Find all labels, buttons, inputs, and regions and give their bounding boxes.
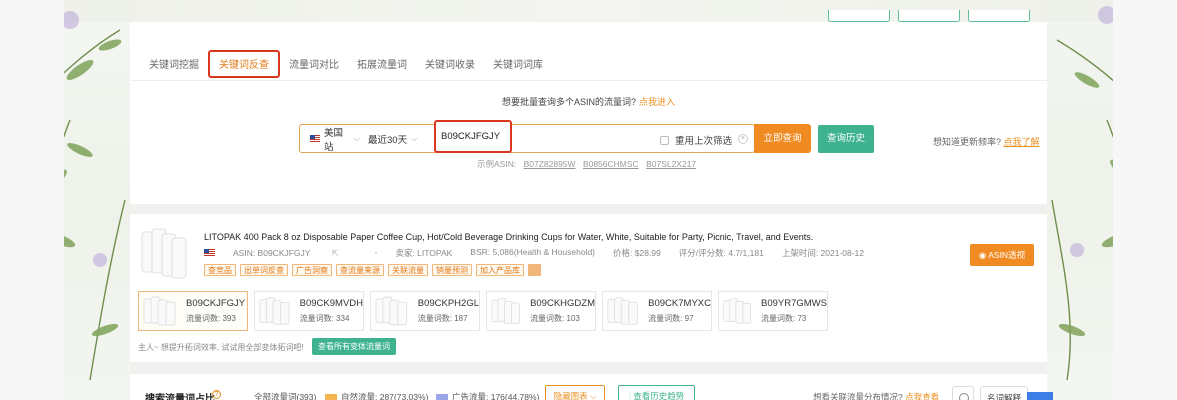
related-traffic-hint: 想看关联流量分布情况? 点我查看 — [813, 392, 940, 400]
swatch-ad — [436, 393, 448, 400]
tag-competitors[interactable]: 查竞品 — [204, 264, 236, 276]
external-link-icon[interactable]: ⇱ — [331, 248, 338, 259]
radio-toggle[interactable] — [952, 386, 974, 400]
search-panel: 关键词挖掘 关键词反查 流量词对比 拓展流量词 关键词收录 关键词词库 想要批量… — [130, 22, 1047, 204]
product-tags: 查竞品 出单词反查 广告洞察 查流量来源 关联流量 销量预测 加入产品库 — [204, 264, 541, 276]
product-asin: ASIN: B09CKJFGJY ⇱ — [204, 247, 357, 259]
us-flag-icon — [310, 134, 320, 143]
variant-count: 流量词数: 187 — [417, 314, 468, 323]
example-asin-link[interactable]: B07SL2X217 — [646, 159, 696, 169]
legend-ad[interactable]: 广告流量: 176(44.78%) — [436, 391, 539, 400]
tab-traffic-compare[interactable]: 流量词对比 — [280, 50, 348, 80]
example-asins: 示例ASIN: B07Z82895W B0856CHMSC B07SL2X217 — [477, 159, 697, 169]
swatch-natural — [325, 393, 337, 400]
tab-keyword-reverse[interactable]: 关键词反查 — [208, 50, 280, 78]
variant-tip: 主人~ 想提升拓词效率, 试试用全部变体拓词吧! — [138, 343, 304, 352]
section-title: 搜索流量词占比 — [145, 394, 215, 400]
variant-image — [607, 297, 638, 325]
legend-natural[interactable]: 自然流量: 287(73.03%) — [325, 391, 428, 400]
reuse-filter-checkbox[interactable]: 重用上次筛选 — [660, 133, 732, 147]
tab-keyword-index[interactable]: 关键词收录 — [416, 50, 484, 80]
top-button-stubs — [828, 10, 1030, 22]
product-panel: LITOPAK 400 Pack 8 oz Disposable Paper C… — [130, 214, 1047, 362]
update-frequency-hint: 想知道更新频率? 点我了解 — [933, 137, 1040, 147]
site-select[interactable]: 美国站 ⌵ — [300, 125, 360, 153]
eye-icon: ◉ — [978, 250, 989, 260]
batch-hint: 想要批量查询多个ASIN的流量词? 点我进入 — [501, 97, 676, 107]
product-seller: 卖家: LITOPAK — [395, 248, 453, 258]
clear-icon[interactable]: × — [738, 134, 748, 144]
chevron-down-icon: ⌵ — [589, 391, 597, 400]
asin-insight-button[interactable]: ◉ ASIN透视 — [970, 244, 1034, 266]
variant-card[interactable]: B09CKJFGJY 流量词数: 393 — [138, 291, 248, 331]
query-button[interactable]: 立即查询 — [754, 124, 811, 153]
product-image — [141, 228, 187, 279]
tab-keyword-mining[interactable]: 关键词挖掘 — [140, 50, 208, 80]
product-listed-date: 上架时间: 2021-08-12 — [781, 248, 865, 258]
variant-count: 流量词数: 97 — [648, 314, 694, 323]
variant-asin: B09CKJFGJY — [186, 298, 246, 309]
variant-image — [259, 297, 290, 325]
variant-image — [143, 296, 176, 326]
frequency-link[interactable]: 点我了解 — [1004, 137, 1040, 147]
variant-count: 流量词数: 393 — [186, 314, 236, 323]
variant-card[interactable]: B09CKHGDZM 流量词数: 103 — [486, 291, 596, 331]
product-meta: ASIN: B09CKJFGJY ⇱ - 卖家: LITOPAK BSR: 5,0… — [204, 247, 882, 259]
variant-count: 流量词数: 103 — [530, 314, 580, 323]
variant-image — [491, 298, 520, 324]
search-bar: 美国站 ⌵ 最近30天 ⌵ B09CKJFGJY 重用上次筛选 × — [299, 120, 755, 153]
product-price: 价格: $28.99 — [613, 248, 661, 258]
product-dash: - — [374, 247, 378, 257]
variant-asin: B09YR7GMWS — [761, 298, 827, 309]
variant-asin: B09CKHGDZM — [530, 298, 595, 309]
product-title[interactable]: LITOPAK 400 Pack 8 oz Disposable Paper C… — [204, 232, 813, 242]
history-button[interactable]: 查询历史 — [818, 125, 874, 153]
tag-add-to-library[interactable]: 加入产品库 — [476, 264, 524, 276]
blue-corner-badge[interactable] — [1027, 392, 1053, 400]
us-flag-icon — [204, 249, 215, 257]
example-asin-link[interactable]: B07Z82895W — [524, 159, 576, 169]
traffic-share-panel: 搜索流量词占比 ? 全部流量词(393) 自然流量: 287(73.03%) 广… — [130, 374, 1047, 400]
product-bsr: BSR: 5,086(Health & Household) — [470, 247, 596, 257]
tag-sales-forecast[interactable]: 销量预测 — [432, 264, 472, 276]
tab-bar: 关键词挖掘 关键词反查 流量词对比 拓展流量词 关键词收录 关键词词库 — [140, 50, 552, 80]
asin-input[interactable]: B09CKJFGJY — [434, 120, 512, 153]
hide-chart-button[interactable]: 隐藏图表 ⌵ — [545, 385, 605, 400]
variant-count: 流量词数: 334 — [299, 314, 350, 323]
tag-ad-insight[interactable]: 广告洞察 — [292, 264, 332, 276]
tag-order-keywords[interactable]: 出单词反查 — [240, 264, 288, 276]
variant-asin: B09CK7MYXC — [648, 298, 711, 309]
calendar-icon[interactable] — [528, 264, 541, 276]
legend-all[interactable]: 全部流量词(393) — [254, 391, 316, 400]
variant-count: 流量词数: 73 — [761, 314, 807, 323]
batch-hint-link[interactable]: 点我进入 — [639, 97, 675, 107]
example-asin-link[interactable]: B0856CHMSC — [583, 159, 639, 169]
variant-card[interactable]: B09CKPH2GL 流量词数: 187 — [370, 291, 480, 331]
variant-card[interactable]: B09YR7GMWS 流量词数: 73 — [718, 291, 828, 331]
variant-image — [723, 298, 751, 324]
range-select[interactable]: 最近30天 ⌵ — [360, 132, 435, 146]
tag-traffic-source[interactable]: 查流量来源 — [336, 264, 384, 276]
variant-image — [375, 296, 408, 326]
product-rating: 评分/评分数: 4.7/1,181 — [678, 248, 764, 258]
history-trend-button[interactable]: ⫶ 查看历史趋势 — [618, 385, 695, 400]
variant-asin: B09CK9MVDH — [299, 298, 363, 309]
variant-asin: B09CKPH2GL — [417, 298, 479, 309]
tag-related-traffic[interactable]: 关联流量 — [388, 264, 428, 276]
variant-card[interactable]: B09CK7MYXC 流量词数: 97 — [602, 291, 712, 331]
glossary-button[interactable]: 名词解释 — [980, 386, 1028, 400]
checkbox-icon — [660, 135, 669, 145]
help-icon[interactable]: ? — [212, 390, 221, 399]
chevron-down-icon: ⌵ — [411, 133, 418, 143]
view-all-variants-button[interactable]: 查看所有变体流量词 — [312, 338, 396, 355]
variant-card[interactable]: B09CK9MVDH 流量词数: 334 — [254, 291, 364, 331]
tab-expand-traffic[interactable]: 拓展流量词 — [348, 50, 416, 80]
variant-list: B09CKJFGJY 流量词数: 393 B09CK9MVDH 流量词数: 334 … — [138, 291, 828, 331]
related-traffic-link[interactable]: 点我查看 — [905, 392, 939, 400]
tab-keyword-library[interactable]: 关键词词库 — [484, 50, 552, 80]
